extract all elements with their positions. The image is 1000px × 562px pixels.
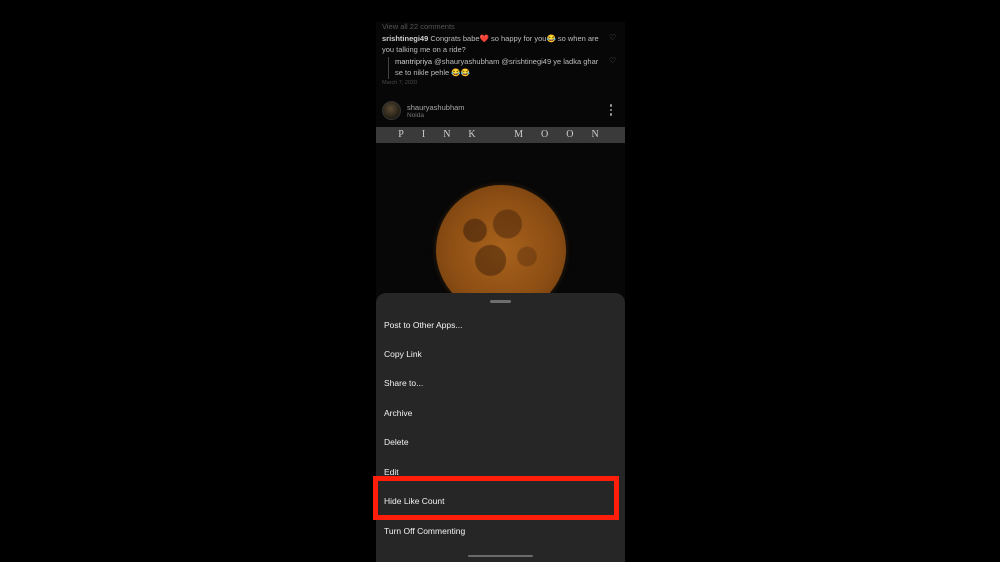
menu-item-hide-like-count[interactable]: Hide Like Count <box>376 487 625 516</box>
home-indicator <box>468 555 533 557</box>
phone-screen: View all 22 comments srishtinegi49 Congr… <box>376 22 625 562</box>
menu-item-edit[interactable]: Edit <box>376 458 625 487</box>
menu-item-archive[interactable]: Archive <box>376 399 625 428</box>
sheet-grabber-handle[interactable] <box>490 300 511 303</box>
menu-item-post-to-other-apps[interactable]: Post to Other Apps... <box>376 311 625 340</box>
post-username[interactable]: shauryashubham <box>407 103 465 112</box>
reply-username[interactable]: mantripriya <box>395 57 432 66</box>
post-date: March 7, 2020 <box>382 80 418 86</box>
menu-item-turn-off-commenting[interactable]: Turn Off Commenting <box>376 517 625 546</box>
avatar[interactable] <box>382 101 401 120</box>
more-options-icon[interactable] <box>609 104 613 118</box>
comment: srishtinegi49 Congrats babe❤️ so happy f… <box>382 33 608 55</box>
heart-icon[interactable]: ♡ <box>609 56 616 65</box>
comment-username[interactable]: srishtinegi49 <box>382 34 428 43</box>
post-header: shauryashubham Noida <box>376 98 625 126</box>
post-banner-text: PINK MOON <box>376 127 625 143</box>
options-bottom-sheet: Post to Other Apps... Copy Link Share to… <box>376 293 625 562</box>
reply-comment: mantripriya @shauryashubham @srishtinegi… <box>395 56 607 78</box>
heart-icon[interactable]: ♡ <box>609 33 616 42</box>
menu-item-share-to[interactable]: Share to... <box>376 369 625 398</box>
reply-thread-line <box>388 57 389 79</box>
post-image[interactable] <box>376 143 625 315</box>
menu-item-delete[interactable]: Delete <box>376 428 625 457</box>
menu-item-copy-link[interactable]: Copy Link <box>376 340 625 369</box>
view-all-comments-link[interactable]: View all 22 comments <box>382 22 455 31</box>
post-location[interactable]: Noida <box>407 112 424 119</box>
